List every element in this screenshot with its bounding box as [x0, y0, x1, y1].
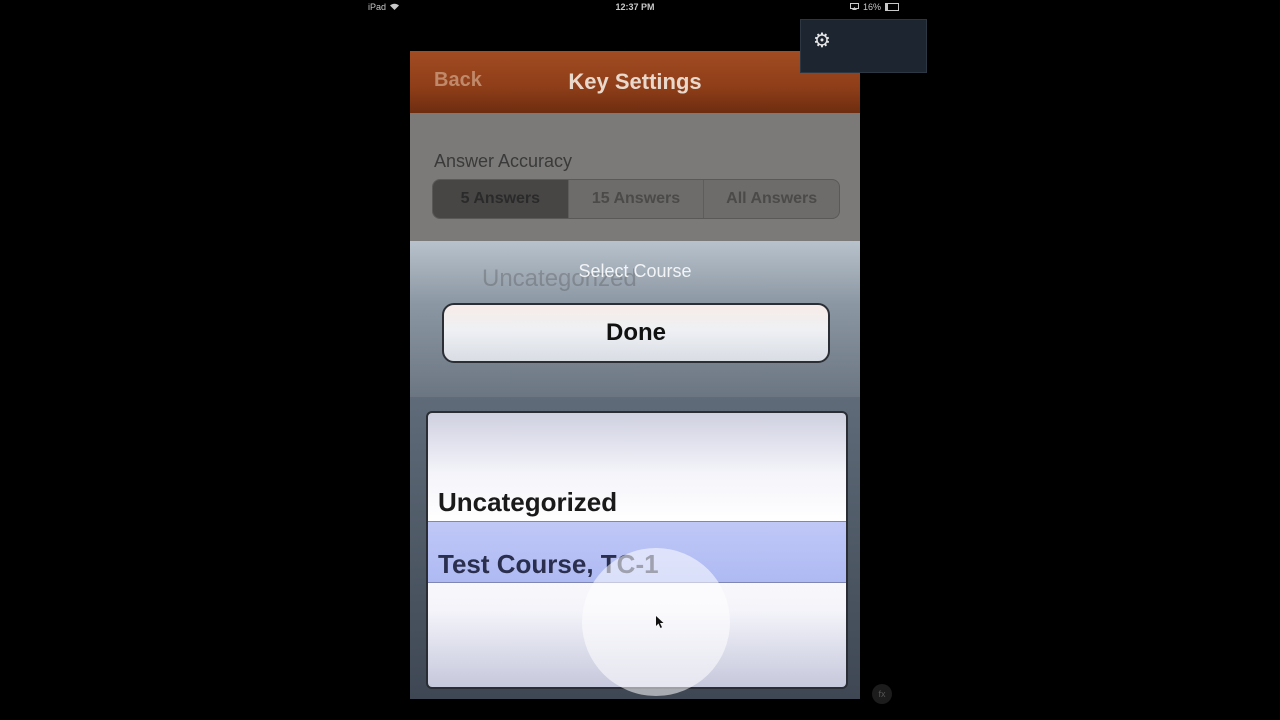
status-time: 12:37 PM	[615, 2, 655, 12]
gear-icon[interactable]: ⚙	[813, 28, 831, 53]
action-sheet-title: Select Course	[578, 261, 692, 281]
done-button[interactable]: Done	[442, 303, 830, 363]
fx-badge: fx	[872, 684, 892, 704]
battery-icon	[885, 3, 900, 11]
settings-popover: ⚙	[800, 19, 927, 73]
settings-content: Answer Accuracy 5 Answers 15 Answers All…	[410, 113, 860, 241]
segment-15-answers[interactable]: 15 Answers	[567, 180, 704, 218]
segment-all-answers[interactable]: All Answers	[703, 180, 839, 218]
answer-accuracy-segmented-control: 5 Answers 15 Answers All Answers	[432, 179, 840, 219]
battery-percent: 16%	[863, 2, 882, 12]
navigation-bar: Back Key Settings	[410, 51, 860, 113]
status-right: 16%	[850, 2, 900, 12]
airplay-icon	[850, 2, 859, 12]
cursor-icon	[656, 616, 664, 631]
answer-accuracy-label: Answer Accuracy	[434, 151, 573, 171]
picker-option-uncategorized[interactable]: Uncategorized	[438, 487, 617, 518]
segment-5-answers[interactable]: 5 Answers	[433, 180, 568, 218]
status-bar: iPad 12:37 PM 16%	[0, 0, 1280, 14]
action-sheet: Uncategorized Select Course Done	[410, 241, 860, 397]
page-title: Key Settings	[568, 69, 702, 94]
